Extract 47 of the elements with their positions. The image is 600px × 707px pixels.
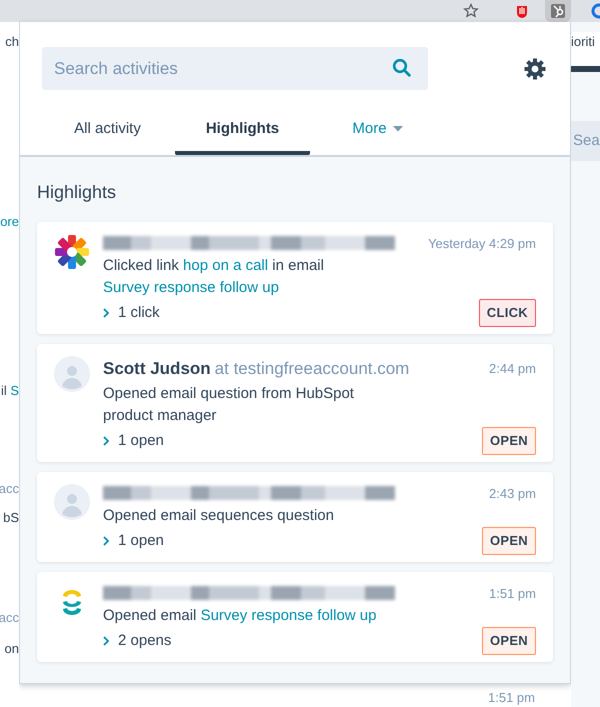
activity-description: Opened email Survey response follow up	[103, 606, 378, 626]
activity-description: Clicked link hop on a call in email Survey response follow up	[103, 256, 325, 298]
company-text: at testingfreeaccount.com	[214, 358, 410, 380]
text-fragment: on	[4, 640, 19, 658]
activity-tag: OPEN	[482, 527, 536, 554]
activity-tag: CLICK	[478, 299, 536, 326]
chevron-icon	[103, 636, 109, 646]
settings-icon[interactable]	[524, 58, 546, 80]
extension-button[interactable]	[545, 0, 571, 22]
chevron-icon	[103, 536, 109, 546]
activity-description: Opened email question from HubSpot product manager	[103, 384, 355, 426]
text-fragment: il	[0, 382, 8, 400]
timestamp: 1:51 pm	[489, 584, 536, 603]
count-toggle[interactable]: 1 open	[103, 530, 164, 552]
activity-description: Opened email sequences question	[103, 506, 335, 526]
text-fragment: bS	[3, 509, 19, 527]
activity-tag: OPEN	[482, 427, 536, 454]
chevron-icon	[103, 436, 109, 446]
timestamp: 1:51 pm	[488, 688, 535, 707]
timestamp: 2:43 pm	[489, 484, 536, 503]
activity-card[interactable]: 2:43 pm Opened email sequences question 1 open OPEN	[37, 472, 553, 562]
text-fragment: ch	[5, 33, 19, 51]
tab[interactable]: Highlights	[175, 110, 310, 154]
link-fragment[interactable]: S	[10, 381, 19, 400]
timestamp: Yesterday 4:29 pm	[428, 234, 536, 253]
contact-name[interactable]: Scott Judson	[103, 356, 211, 381]
search-field[interactable]: Search activities	[42, 47, 428, 90]
count-toggle[interactable]: 1 open	[103, 430, 164, 452]
email-link[interactable]: Survey response follow up	[200, 607, 376, 624]
activity-tag: OPEN	[482, 627, 536, 654]
count-toggle[interactable]: 2 opens	[103, 630, 172, 652]
chevron-icon	[103, 308, 109, 318]
text-fragment[interactable]: ore	[0, 212, 19, 231]
search-icon[interactable]	[392, 58, 412, 78]
activity-card[interactable]: Scott Judson at testingfreeaccount.com 2:44 pm Opened email question from HubSpot product manager 1 open OPEN	[37, 344, 553, 462]
tab[interactable]: More	[310, 110, 445, 154]
star-icon[interactable]	[463, 3, 479, 19]
text-fragment: ioriti	[571, 32, 600, 72]
tab[interactable]: All activity	[40, 110, 175, 154]
timestamp: 2:44 pm	[489, 360, 536, 378]
email-link[interactable]: hop on a call	[183, 257, 268, 274]
sprocket-icon	[550, 3, 566, 19]
section-title: Highlights	[37, 180, 118, 204]
activity-card[interactable]: 1:51 pm Opened email Survey response follow up 2 opens OPEN	[37, 572, 553, 662]
activity-card[interactable]: Yesterday 4:29 pm Clicked link hop on a call in email Survey response follow up 1 click CLICK	[37, 222, 553, 334]
count-toggle[interactable]: 1 click	[103, 302, 160, 324]
email-link[interactable]: Survey response follow up	[103, 279, 279, 296]
